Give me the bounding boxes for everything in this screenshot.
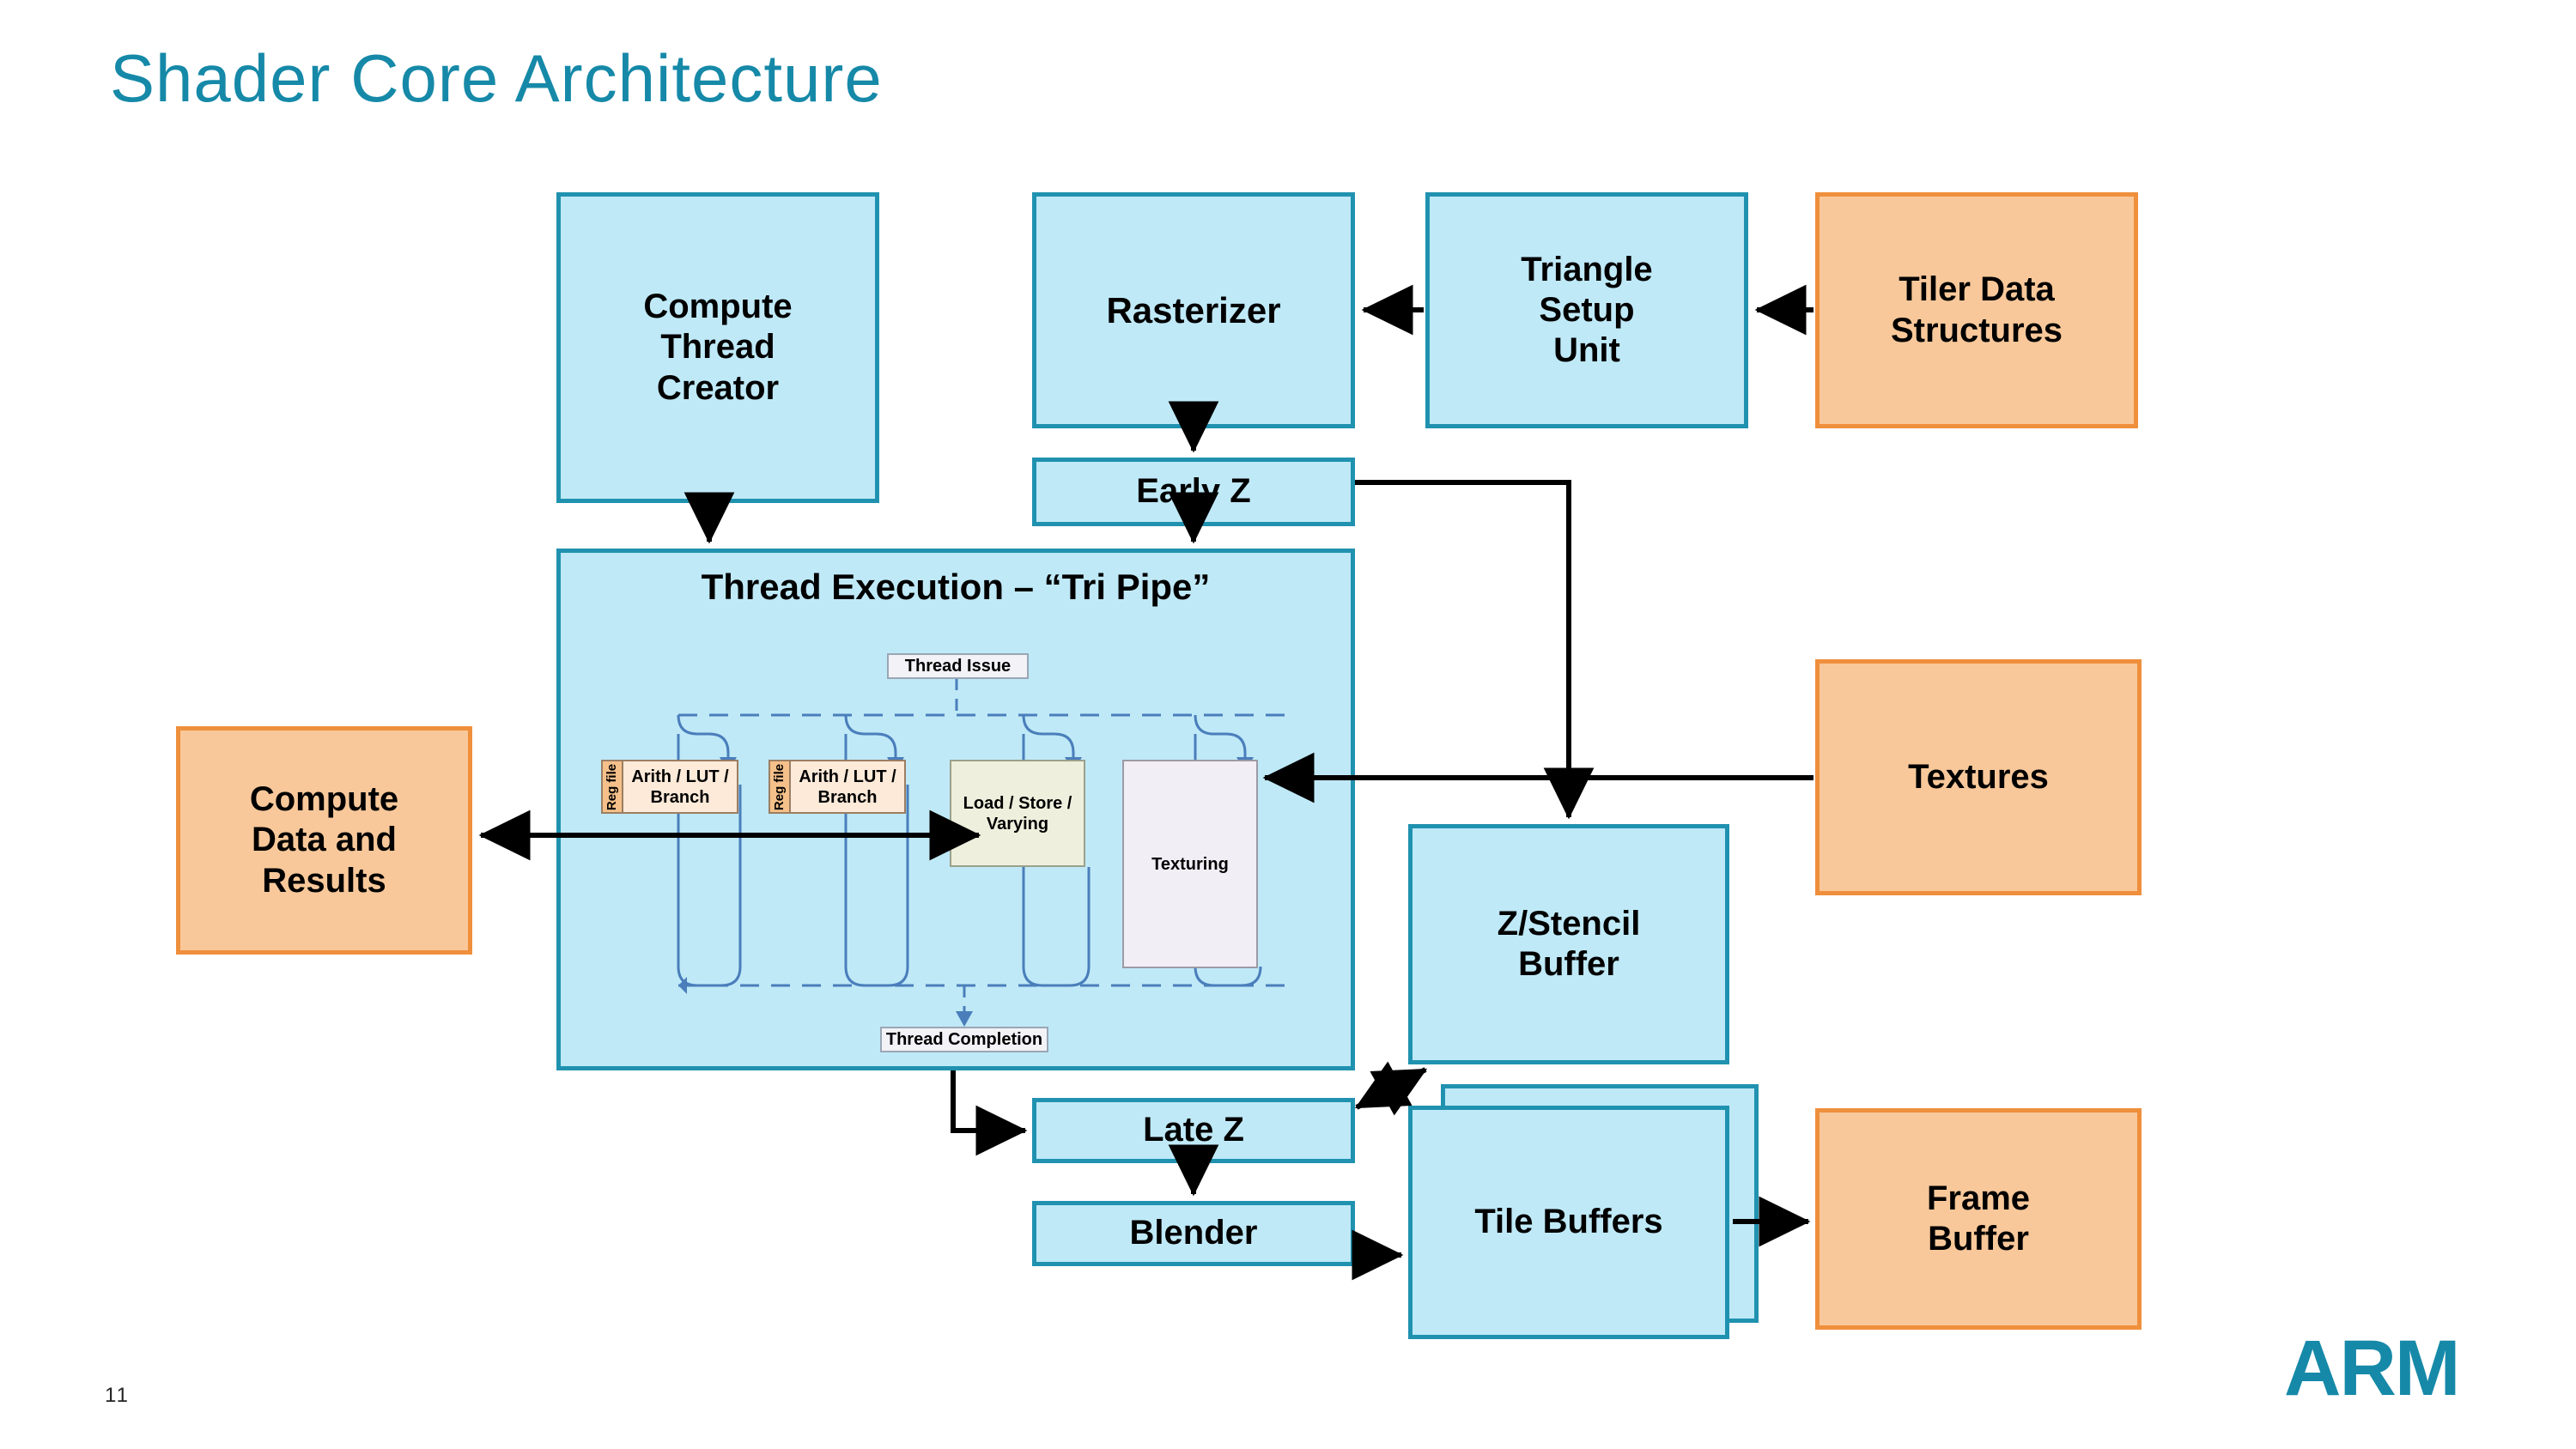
block-label: Frame Buffer	[1926, 1179, 2031, 1258]
reg-file-strip: Reg file	[603, 761, 623, 812]
page-title: Shader Core Architecture	[110, 40, 883, 116]
unit-label: Arith / LUT / Branch	[631, 767, 729, 807]
block-label: Z/Stencil Buffer	[1497, 904, 1641, 983]
reg-file-label: Reg file	[772, 763, 787, 810]
unit-load-store-varying[interactable]: Load / Store / Varying	[950, 760, 1085, 867]
block-label: Textures	[1908, 757, 2049, 796]
block-textures[interactable]: Textures	[1815, 659, 2142, 895]
block-compute-data-and-results[interactable]: Compute Data and Results	[176, 726, 472, 955]
block-label: Compute Thread Creator	[643, 288, 793, 407]
block-tiler-data-structures[interactable]: Tiler Data Structures	[1815, 192, 2138, 428]
block-label: Tiler Data Structures	[1890, 270, 2063, 349]
block-rasterizer[interactable]: Rasterizer	[1032, 192, 1355, 428]
reg-file-label: Reg file	[605, 763, 619, 810]
arm-logo: ARM	[2284, 1325, 2461, 1412]
block-late-z[interactable]: Late Z	[1032, 1098, 1355, 1163]
block-label: Late Z	[1143, 1111, 1244, 1149]
block-label: Tile Buffers	[1474, 1203, 1663, 1241]
unit-label: Texturing	[1151, 854, 1229, 874]
block-triangle-setup-unit[interactable]: Triangle Setup Unit	[1425, 192, 1748, 428]
page-number: 11	[105, 1384, 130, 1407]
arrow-zstencil-to-latez	[1354, 1061, 1427, 1110]
unit-label: Arith / LUT / Branch	[799, 767, 896, 807]
tri-pipe-title: Thread Execution – “Tri Pipe”	[701, 567, 1211, 607]
block-tile-buffers[interactable]: Tile Buffers	[1408, 1106, 1729, 1339]
slide-canvas: Shader Core Architecture Compute Thread …	[0, 0, 2576, 1449]
block-compute-thread-creator[interactable]: Compute Thread Creator	[556, 192, 879, 503]
chip-thread-completion[interactable]: Thread Completion	[880, 1027, 1048, 1052]
chip-label: Thread Completion	[885, 1030, 1043, 1049]
block-blender[interactable]: Blender	[1032, 1201, 1355, 1266]
arrow-latez-to-zstencil	[1355, 1067, 1428, 1116]
block-label: Triangle Setup Unit	[1521, 250, 1653, 370]
chip-label: Thread Issue	[904, 657, 1012, 676]
arrow-tripipe-to-latez	[951, 1070, 1028, 1156]
arrow-earlyz-to-zstencil	[1355, 480, 1595, 820]
unit-arith-lut-branch-0[interactable]: Reg file Arith / LUT / Branch	[601, 760, 738, 814]
chip-thread-issue[interactable]: Thread Issue	[887, 653, 1029, 679]
block-early-z[interactable]: Early Z	[1032, 458, 1355, 526]
block-label: Early Z	[1136, 472, 1251, 511]
block-label: Rasterizer	[1106, 289, 1281, 330]
unit-label: Load / Store / Varying	[963, 793, 1072, 834]
unit-texturing[interactable]: Texturing	[1122, 760, 1258, 968]
block-label: Compute Data and Results	[249, 780, 399, 900]
unit-arith-lut-branch-1[interactable]: Reg file Arith / LUT / Branch	[769, 760, 906, 814]
block-frame-buffer[interactable]: Frame Buffer	[1815, 1108, 2142, 1330]
reg-file-strip: Reg file	[770, 761, 791, 812]
block-z-stencil-buffer[interactable]: Z/Stencil Buffer	[1408, 824, 1729, 1064]
block-label: Blender	[1129, 1214, 1258, 1252]
